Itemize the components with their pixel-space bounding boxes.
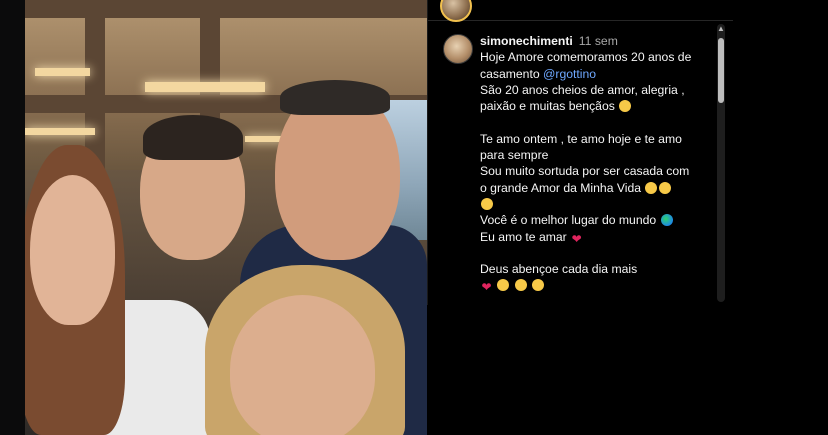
heart-icon: ❤: [571, 231, 582, 246]
party-popper-icon: [659, 181, 672, 194]
story-avatar[interactable]: [440, 0, 472, 22]
caption-line: casamento @rgottino: [480, 66, 716, 82]
caption-line: o grande Amor da Minha Vida: [480, 180, 716, 196]
girl-face: [30, 175, 115, 325]
caption-panel: simonechimenti 11 sem Hoje Amore comemora…: [427, 0, 734, 305]
avatar[interactable]: [443, 34, 473, 64]
caption-line: Eu amo te amar ❤: [480, 229, 716, 245]
caption-line: para sempre: [480, 148, 549, 163]
caption-line: Sou muito sortuda por ser casada com: [480, 164, 690, 179]
post-photo[interactable]: [25, 0, 427, 435]
ceiling-light: [25, 128, 95, 135]
right-backdrop: [733, 0, 828, 435]
post-viewer: simonechimenti 11 sem Hoje Amore comemora…: [0, 0, 828, 435]
caption-text-segment: o grande Amor da Minha Vida: [480, 180, 642, 195]
heart-eyes-icon: [481, 197, 493, 210]
teen-boy-hair: [143, 115, 243, 160]
caption-line: Hoje Amore comemoramos 20 anos de: [480, 50, 692, 65]
caption-line: São 20 anos cheios de amor, alegria ,: [480, 82, 685, 97]
emoji-line: ❤: [480, 277, 716, 293]
praying-hands-icon: [619, 100, 632, 113]
ceiling-light: [35, 68, 90, 76]
smile-icon: [497, 279, 510, 292]
caption-text-segment: Você é o melhor lugar do mundo: [480, 213, 657, 228]
ceiling-beam: [85, 0, 105, 170]
heart-eyes-icon: [532, 279, 545, 292]
panel-topbar: [428, 0, 734, 22]
caption-text: simonechimenti 11 sem Hoje Amore comemora…: [480, 33, 716, 294]
woman-face: [230, 295, 375, 435]
time-ago: 11 sem: [578, 34, 618, 48]
ceiling-light: [145, 82, 265, 92]
scroll-up-icon[interactable]: ▲: [717, 25, 725, 33]
earth-icon: [660, 214, 673, 227]
caption-line: Você é o melhor lugar do mundo: [480, 212, 716, 228]
party-face-icon: [645, 181, 658, 194]
man-hair: [280, 80, 390, 115]
emoji-line: [480, 196, 716, 212]
caption-line: Deus abençoe cada dia mais: [480, 262, 638, 277]
username[interactable]: simonechimenti: [480, 34, 573, 48]
caption-text-segment: Eu amo te amar: [480, 229, 567, 244]
caption-line: paixão e muitas bençãos: [480, 98, 716, 114]
caption-text-segment: paixão e muitas bençãos: [480, 99, 615, 114]
left-margin: [0, 0, 25, 435]
scrollbar-thumb[interactable]: [718, 38, 724, 103]
caption-text-segment: casamento: [480, 66, 544, 81]
mention-link[interactable]: @rgottino: [543, 67, 596, 81]
caption-line: Te amo ontem , te amo hoje e te amo: [480, 131, 682, 146]
heart-icon: ❤: [481, 280, 492, 295]
heart-eyes-icon: [514, 279, 527, 292]
